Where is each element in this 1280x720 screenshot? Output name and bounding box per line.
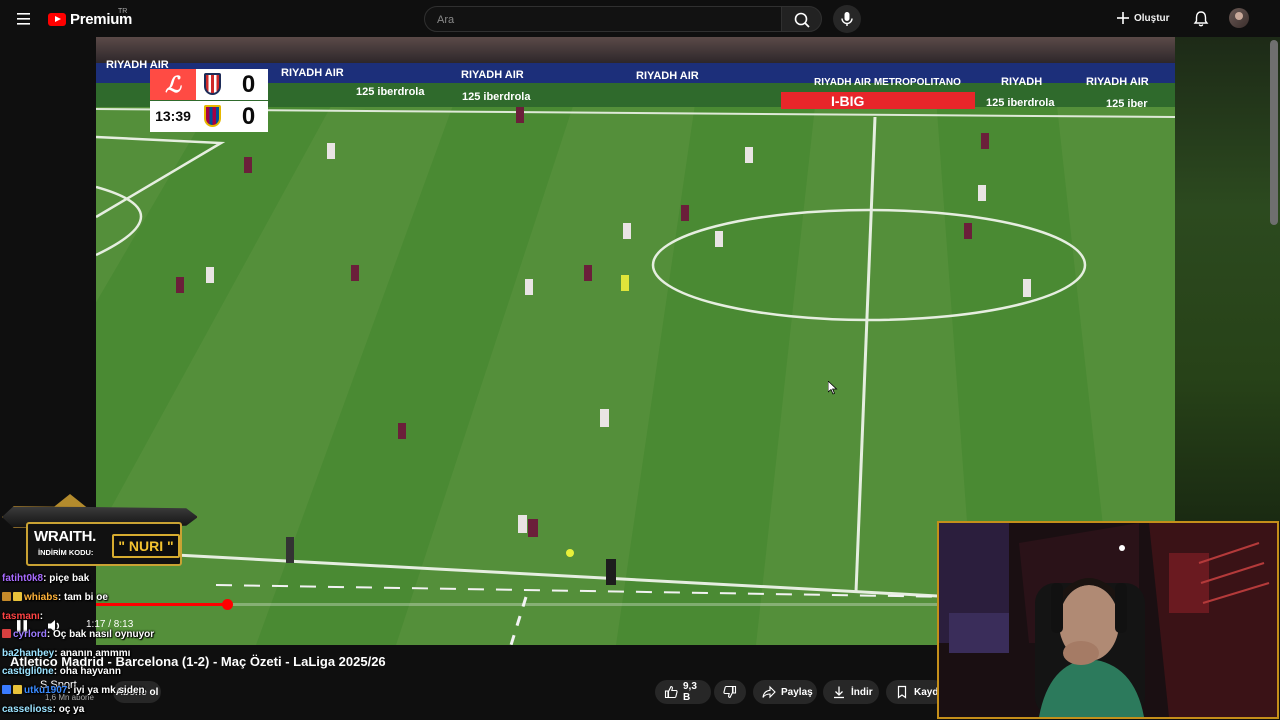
ad-board-text: I-BIG: [831, 93, 865, 109]
search-box: [424, 6, 782, 32]
share-button[interactable]: Paylaş: [753, 680, 817, 704]
chat-text: : ananın ammmı: [54, 648, 131, 659]
chat-text: :: [39, 611, 44, 622]
masthead: Premium TR Oluştur: [0, 0, 1280, 37]
chat-text: : iyi ya mk siden: [67, 685, 145, 696]
chat-text: : piçe bak: [43, 573, 90, 584]
ad-board-text: RIYADH AIR: [1086, 76, 1149, 88]
like-button[interactable]: 9,3 B: [655, 680, 711, 704]
chat-username: cyrlord: [13, 629, 47, 640]
download-button[interactable]: İndir: [823, 680, 879, 704]
chat-message: ba2hanbey: ananın ammmı: [2, 648, 130, 659]
chat-username: ba2hanbey: [2, 648, 55, 659]
progress-played: [96, 603, 228, 606]
chat-message: castigli0ne: oha hayvann: [2, 666, 121, 677]
ad-board-text: 125 iberdrola: [462, 91, 531, 103]
chat-text: : tam bi oe: [57, 592, 108, 603]
chat-username: castigli0ne: [2, 666, 54, 677]
ad-board-text: RIYADH AIR: [281, 67, 344, 79]
search-icon: [794, 12, 810, 28]
ad-board-text: 125 iber: [1106, 98, 1148, 110]
streamer-webcam: [937, 521, 1279, 719]
sword-badge-icon: [2, 629, 11, 638]
like-count: 9,3 B: [683, 681, 697, 703]
sponsor-banner: WRAITH. İNDİRİM KODU: " NURI ": [2, 492, 198, 574]
ad-board-text: RIYADH AIR: [461, 69, 524, 81]
chat-message: tasmanı:: [2, 611, 43, 622]
ad-board-text: 125 iberdrola: [356, 86, 425, 98]
hamburger-icon[interactable]: [12, 8, 36, 30]
chat-badge-icon: [2, 592, 11, 601]
ad-board-text: RIYADH: [1001, 76, 1042, 88]
mouse-cursor-icon: [828, 381, 838, 395]
barcelona-crest-icon: [196, 101, 229, 132]
ad-board-text: RIYADH AIR METROPOLITANO: [814, 77, 961, 88]
chat-text: : oha hayvann: [53, 666, 121, 677]
notifications-button[interactable]: [1191, 9, 1211, 29]
share-label: Paylaş: [781, 686, 813, 698]
discount-code: " NURI ": [112, 534, 180, 558]
share-icon: [762, 685, 776, 699]
discount-code-label: İNDİRİM KODU:: [38, 548, 94, 557]
chat-username: tasmanı: [2, 611, 40, 622]
chat-text: : Oç bak nasıl oynuyor: [46, 629, 155, 640]
chat-message: utku1907: iyi ya mk siden: [2, 685, 145, 696]
chat-message: casselioss: oç ya: [2, 704, 84, 715]
match-clock: 13:39: [150, 101, 196, 132]
ad-board-text: 125 iberdrola: [986, 97, 1055, 109]
bookmark-icon: [897, 685, 907, 699]
create-label: Oluştur: [1134, 12, 1170, 24]
chat-message: fatiht0k8: piçe bak: [2, 573, 89, 584]
download-icon: [834, 686, 844, 699]
download-label: İndir: [851, 686, 873, 698]
plus-icon: [1117, 12, 1129, 24]
chat-username: whiabs: [24, 592, 58, 603]
away-score: 0: [229, 101, 268, 132]
mic-icon: [841, 12, 853, 26]
laliga-logo: ℒ: [150, 69, 196, 100]
atletico-crest-icon: [196, 69, 229, 100]
page-scrollbar[interactable]: [1270, 40, 1278, 225]
chat-text: : oç ya: [52, 704, 85, 715]
search-button[interactable]: [781, 6, 822, 32]
account-avatar[interactable]: [1229, 8, 1249, 28]
chat-badge-icon: [13, 685, 22, 694]
home-score: 0: [229, 69, 268, 100]
voice-search-button[interactable]: [833, 5, 861, 33]
chat-username: utku1907: [24, 685, 68, 696]
youtube-logo-icon: [48, 12, 66, 26]
thumbs-down-icon: [723, 685, 737, 699]
progress-bar[interactable]: [96, 599, 938, 610]
chat-badge-icon: [13, 592, 22, 601]
country-code: TR: [118, 8, 128, 15]
chat-username: casselioss: [2, 704, 53, 715]
search-input[interactable]: [435, 9, 769, 31]
bell-icon: [1193, 11, 1209, 27]
thumbs-up-icon: [664, 685, 678, 699]
dislike-button[interactable]: [714, 680, 746, 704]
webcam-feed: [939, 523, 1277, 717]
create-button[interactable]: Oluştur: [1116, 7, 1170, 29]
ambient-glow: [1175, 37, 1280, 522]
chat-message: whiabs: tam bi oe: [2, 592, 108, 603]
chat-username: fatiht0k8: [2, 573, 44, 584]
sponsor-brand: WRAITH.: [34, 528, 97, 545]
chat-message: cyrlord: Oç bak nasıl oynuyor: [2, 629, 154, 640]
chat-badge-icon: [2, 685, 11, 694]
scoreboard: ℒ 0 13:39 0: [150, 69, 268, 132]
ad-board-text: RIYADH AIR: [636, 70, 699, 82]
